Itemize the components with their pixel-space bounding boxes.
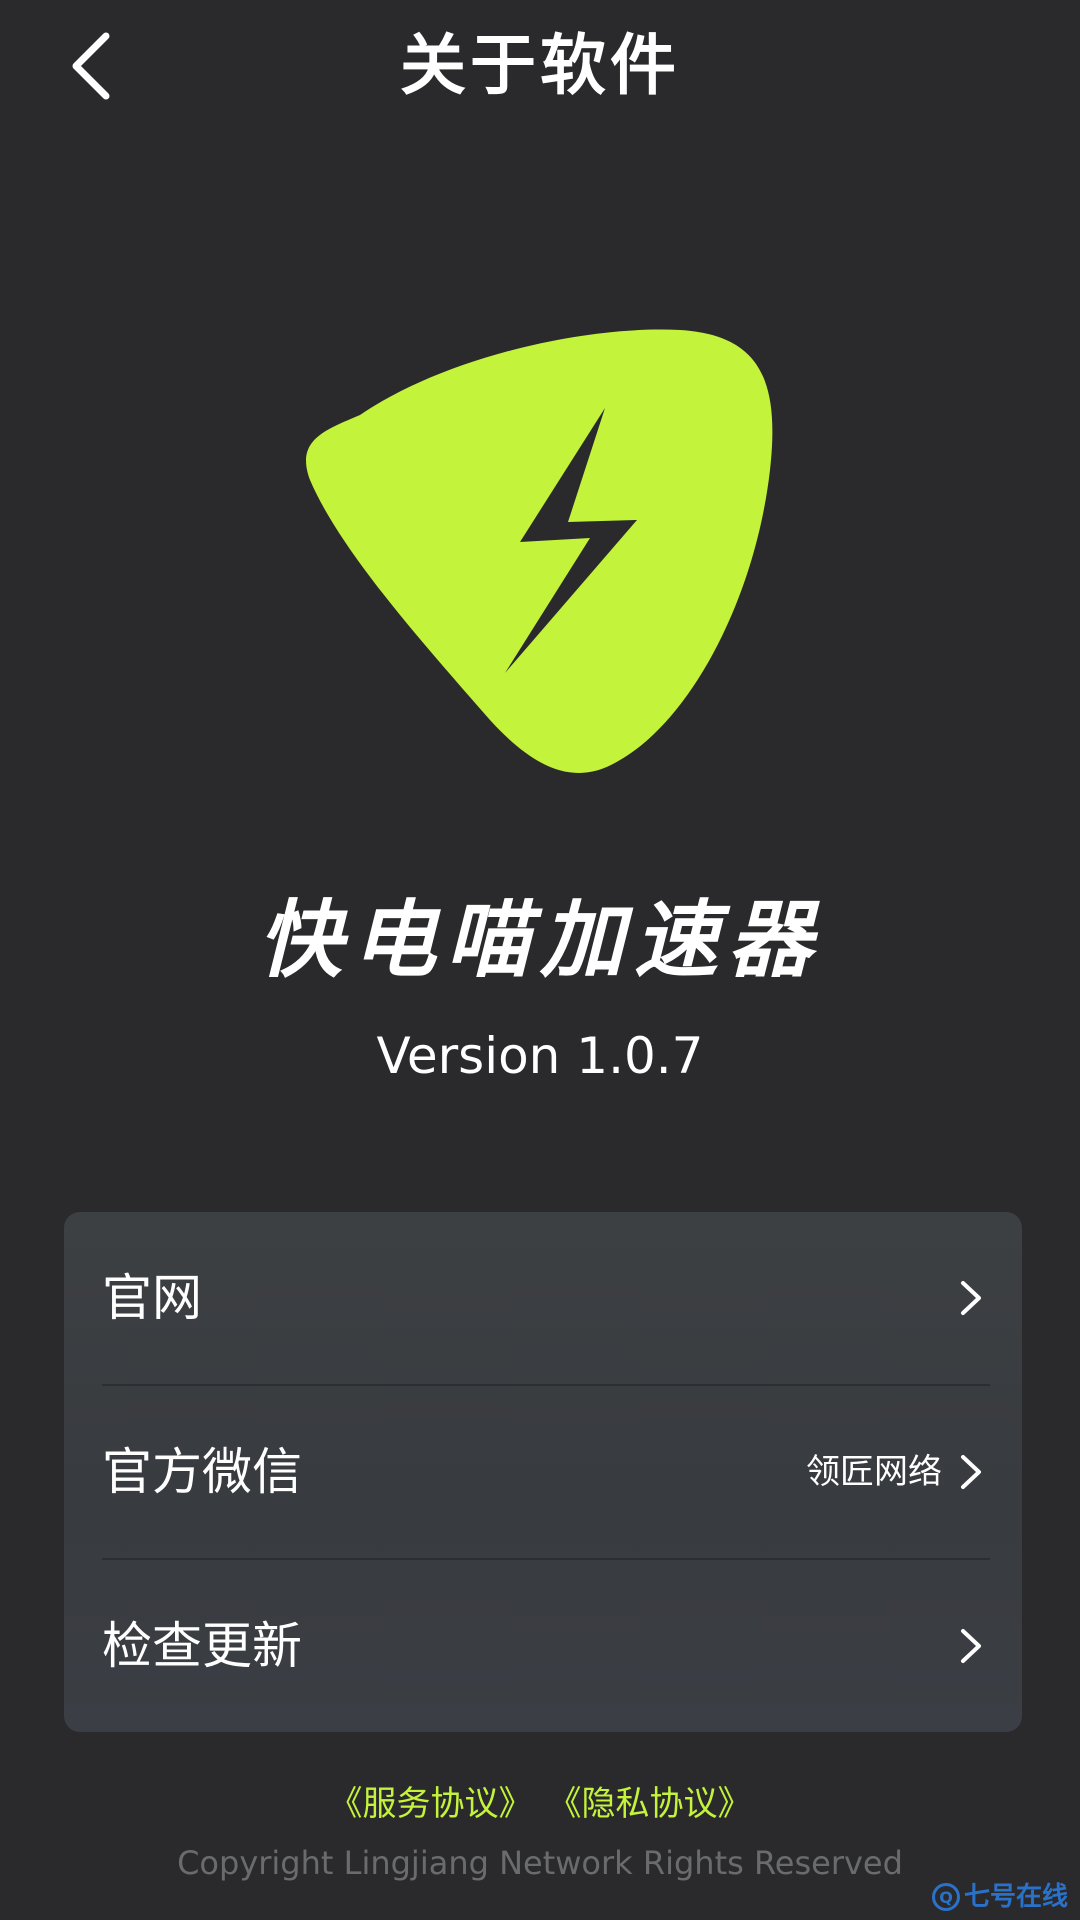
watermark: Q 七号在线 <box>932 1880 1072 1914</box>
about-page: 关于软件 快电喵加速器 Version 1.0.7 官网 官方微信 领匠网络 检… <box>0 0 1080 1920</box>
lightning-bolt-icon <box>306 329 773 773</box>
app-version: Version 1.0.7 <box>376 1027 704 1085</box>
menu-item-value: 领匠网络 <box>806 1452 942 1492</box>
menu-item-label: 官方微信 <box>102 1443 302 1501</box>
menu-item-label: 检查更新 <box>102 1617 302 1675</box>
privacy-agreement-link[interactable]: 《隐私协议》 <box>565 1784 752 1824</box>
chevron-right-icon <box>950 1452 990 1492</box>
chevron-right-icon <box>950 1278 990 1318</box>
menu-item-label: 官网 <box>102 1269 202 1327</box>
menu-item-official-site[interactable]: 官网 <box>102 1212 990 1384</box>
menu-item-check-update[interactable]: 检查更新 <box>102 1560 990 1732</box>
app-name: 快电喵加速器 <box>257 891 822 989</box>
service-agreement-link[interactable]: 《服务协议》 <box>329 1784 533 1824</box>
app-logo <box>300 320 780 780</box>
watermark-text: 七号在线 <box>964 1882 1069 1912</box>
menu-item-official-wechat[interactable]: 官方微信 领匠网络 <box>102 1386 990 1558</box>
header: 关于软件 <box>0 0 1080 140</box>
menu-card: 官网 官方微信 领匠网络 检查更新 <box>64 1212 1022 1732</box>
chevron-right-icon <box>950 1626 990 1666</box>
agreement-links: 《服务协议》 《隐私协议》 <box>0 1780 1080 1828</box>
copyright-text: Copyright Lingjiang Network Rights Reser… <box>177 1844 903 1882</box>
watermark-badge-icon: Q <box>932 1883 960 1911</box>
page-title: 关于软件 <box>400 27 680 104</box>
